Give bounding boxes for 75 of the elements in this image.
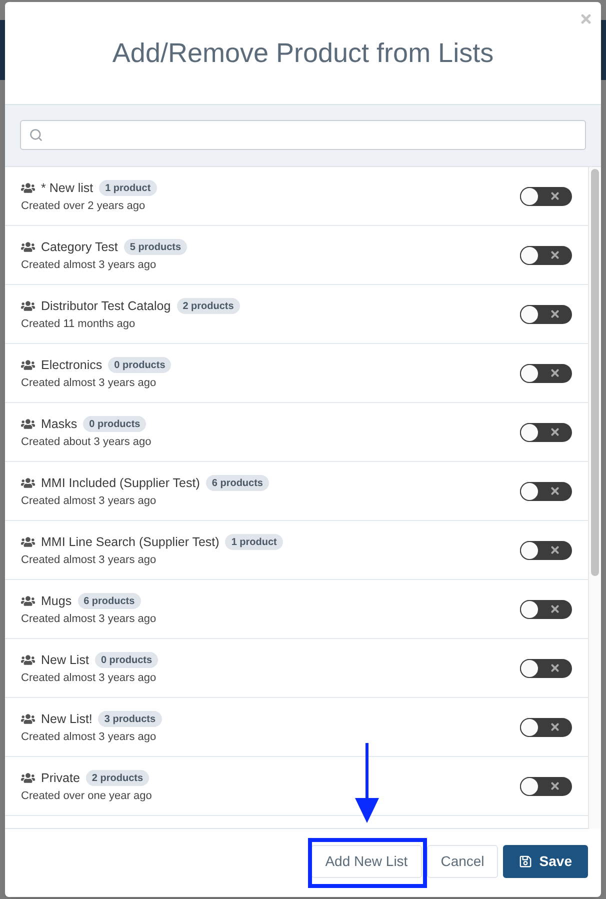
created-date: Created over one year ago (21, 788, 152, 804)
users-icon (21, 358, 35, 372)
list-name: Category Test (41, 238, 118, 256)
x-mark-icon (551, 369, 559, 377)
product-count-badge: 5 products (124, 239, 188, 255)
created-date: Created almost 3 years ago (21, 670, 158, 686)
created-date: Created almost 3 years ago (21, 376, 158, 391)
list-name: Electronics (41, 356, 102, 374)
x-mark-icon (551, 546, 559, 554)
x-mark-icon (551, 664, 559, 672)
x-mark-icon (551, 782, 559, 790)
created-date: Created almost 3 years ago (21, 612, 156, 627)
list-name: Distributor Test Catalog (41, 298, 171, 315)
created-date: Created almost 3 years ago (21, 494, 158, 509)
list-name: MMI Included (Supplier Test) (41, 474, 200, 492)
x-mark-icon (551, 723, 559, 731)
toggle-switch[interactable] (520, 482, 572, 500)
product-count-badge: 6 products (206, 475, 269, 491)
search-icon (29, 128, 43, 142)
created-date: Created over 2 years ago (21, 198, 146, 214)
x-mark-icon (551, 192, 559, 200)
x-mark-icon (551, 310, 559, 318)
save-icon (519, 855, 532, 868)
product-count-badge: 6 products (78, 593, 141, 609)
list-name: New List (41, 652, 89, 669)
users-icon (21, 240, 35, 254)
toggle-switch[interactable] (520, 776, 572, 796)
search-field[interactable] (20, 120, 586, 150)
x-mark-icon (551, 251, 559, 259)
list-name: * New list (41, 180, 94, 197)
created-date: Created 11 months ago (21, 316, 136, 332)
list-name: Mugs (41, 592, 72, 610)
users-icon (21, 181, 35, 195)
created-date: Created almost 3 years ago (21, 258, 158, 273)
product-count-badge: 0 products (94, 652, 158, 668)
footer-button[interactable]: Cancel (426, 845, 498, 878)
toggle-switch[interactable] (520, 600, 572, 618)
users-icon (21, 535, 35, 549)
toggle-switch[interactable] (520, 246, 572, 264)
users-icon (21, 417, 35, 431)
list-name: MMI Line Search (Supplier Test) (41, 534, 220, 551)
x-mark-icon (551, 605, 559, 613)
toggle-switch[interactable] (520, 718, 572, 736)
product-count-badge: 3 products (98, 711, 162, 727)
users-icon (21, 299, 35, 313)
toggle-switch[interactable] (520, 186, 572, 206)
x-mark-icon (551, 428, 559, 436)
created-date: Created about 3 years ago (21, 434, 152, 450)
users-icon (21, 712, 35, 726)
users-icon (21, 653, 35, 667)
list-name: New List! (41, 710, 92, 728)
product-count-badge: 1 product (99, 180, 157, 196)
toggle-switch[interactable] (520, 304, 572, 324)
product-count-badge: 1 product (225, 534, 283, 550)
created-date: Created almost 3 years ago (21, 552, 158, 568)
save-button[interactable]: Save (503, 845, 588, 878)
users-icon (21, 771, 35, 785)
toggle-switch[interactable] (520, 658, 572, 678)
list-name: Private (41, 770, 80, 787)
users-icon (21, 594, 35, 608)
scrollbar-thumb[interactable] (591, 169, 599, 576)
users-icon (21, 476, 35, 490)
product-count-badge: 2 products (86, 770, 150, 786)
toggle-switch[interactable] (520, 364, 572, 382)
x-mark-icon (551, 487, 559, 495)
footer-button[interactable]: Add New List (311, 845, 422, 878)
product-count-badge: 0 products (83, 416, 146, 432)
dialog-title: Add/Remove Product from Lists (112, 36, 494, 70)
product-count-badge: 2 products (176, 298, 240, 314)
list-name: Masks (41, 416, 78, 433)
created-date: Created almost 3 years ago (21, 730, 158, 745)
close-icon (581, 14, 591, 24)
toggle-switch[interactable] (520, 540, 572, 560)
toggle-switch[interactable] (520, 422, 572, 442)
product-count-badge: 0 products (108, 357, 172, 373)
